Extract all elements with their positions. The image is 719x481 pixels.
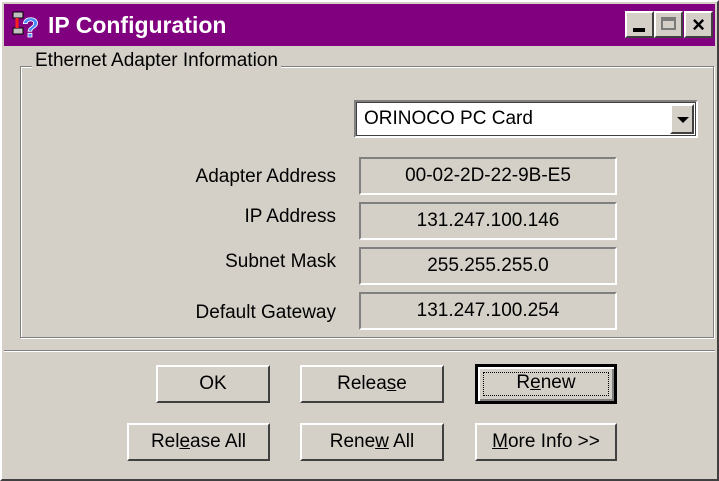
maximize-icon [661, 17, 676, 30]
focus-ring [483, 372, 609, 396]
release-all-label-end: ase All [190, 431, 247, 452]
more-info-button[interactable]: More Info >> [475, 423, 617, 461]
release-all-label-start: Rel [150, 431, 180, 452]
renew-all-button[interactable]: Renew All [300, 423, 444, 461]
group-label: Ethernet Adapter Information [32, 50, 281, 72]
close-button[interactable]: × [684, 11, 713, 38]
adapter-select[interactable]: ORINOCO PC Card [354, 100, 698, 138]
default-gateway-label: Default Gateway [195, 302, 336, 323]
chevron-down-icon [677, 117, 689, 123]
release-accelerator: s [386, 373, 397, 394]
subnet-mask-value: 255.255.255.0 [359, 247, 617, 285]
release-all-accelerator: e [179, 431, 191, 452]
ip-address-value: 131.247.100.146 [359, 202, 617, 240]
renew-all-label-end: All [388, 431, 415, 452]
minimize-button[interactable] [625, 11, 654, 38]
svg-text:?: ? [22, 12, 39, 40]
release-label-end: e [396, 373, 407, 394]
renew-button[interactable]: Renew [475, 364, 617, 404]
adapter-address-label: Adapter Address [195, 166, 336, 187]
window-title: IP Configuration [48, 12, 227, 38]
title-bar[interactable]: ? IP Configuration × [4, 4, 715, 46]
maximize-button[interactable] [654, 11, 683, 38]
separator [4, 350, 715, 352]
more-info-accelerator: M [492, 431, 508, 452]
renew-all-label-start: Rene [329, 431, 376, 452]
dropdown-button[interactable] [670, 104, 694, 134]
ip-configuration-window: ? IP Configuration × Ethernet Adapter In… [0, 0, 719, 481]
network-help-icon[interactable]: ? [12, 10, 42, 43]
renew-all-accelerator: w [375, 431, 389, 452]
release-all-button[interactable]: Release All [127, 423, 270, 461]
subnet-mask-label: Subnet Mask [225, 251, 336, 272]
ok-button-label: OK [199, 373, 227, 394]
default-gateway-value: 131.247.100.254 [359, 292, 617, 330]
release-label-start: Relea [337, 373, 387, 394]
minimize-icon [633, 28, 645, 32]
more-info-label-end: ore Info >> [507, 431, 600, 452]
release-button[interactable]: Release [300, 365, 444, 403]
ok-button[interactable]: OK [156, 365, 270, 403]
ip-address-label: IP Address [244, 206, 336, 227]
close-icon: × [692, 12, 705, 37]
adapter-address-value: 00-02-2D-22-9B-E5 [359, 157, 617, 195]
adapter-select-value: ORINOCO PC Card [364, 108, 533, 129]
